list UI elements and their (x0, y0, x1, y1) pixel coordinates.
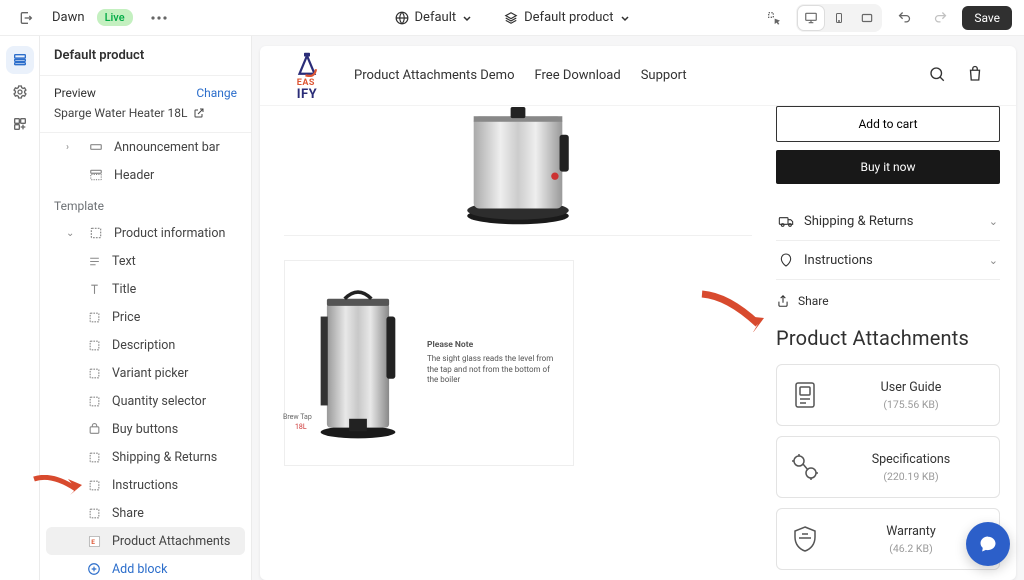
doc-icon (789, 379, 821, 411)
block-shipping[interactable]: Shipping & Returns (46, 443, 245, 471)
rail-nav (0, 36, 40, 580)
settings-icon[interactable] (6, 78, 34, 106)
block-attachments[interactable]: EProduct Attachments (46, 527, 245, 555)
template-label: Template (40, 189, 251, 219)
svg-text:E: E (91, 538, 95, 546)
cart-icon[interactable] (966, 65, 984, 87)
preview-product[interactable]: Sparge Water Heater 18L (54, 106, 237, 120)
header-icon (88, 167, 104, 183)
storefront-nav: Product Attachments Demo Free Download S… (354, 68, 687, 83)
block-quantity[interactable]: Quantity selector (46, 387, 245, 415)
product-image-secondary: Brew Tap 18L Please Note The sight glass… (284, 260, 574, 466)
fullscreen-icon[interactable] (854, 6, 880, 30)
sidebar: Default product Preview Change Sparge Wa… (40, 36, 252, 580)
chevron-down-icon: ⌄ (989, 215, 998, 228)
variant-icon (86, 365, 102, 381)
block-share[interactable]: Share (46, 499, 245, 527)
shipping-block-icon (86, 449, 102, 465)
add-to-cart-button[interactable]: Add to cart (776, 106, 1000, 142)
block-buy[interactable]: Buy buttons (46, 415, 245, 443)
accordion-instructions[interactable]: Instructions ⌄ (776, 241, 1000, 280)
nav-link[interactable]: Support (641, 68, 687, 83)
mobile-icon[interactable] (826, 6, 852, 30)
topbar: Dawn Live Default Default product Save (0, 0, 1024, 36)
accordion-shipping[interactable]: Shipping & Returns ⌄ (776, 202, 1000, 241)
desktop-icon[interactable] (798, 6, 824, 30)
section-announcement[interactable]: › Announcement bar (46, 133, 245, 161)
save-button[interactable]: Save (962, 6, 1012, 30)
note-body: The sight glass reads the level from the… (427, 354, 553, 384)
block-instructions[interactable]: Instructions (46, 471, 245, 499)
chat-fab[interactable] (966, 522, 1010, 566)
undo-icon[interactable] (890, 4, 918, 32)
section-product-info[interactable]: ⌄ Product information (46, 219, 245, 247)
product-image-main (284, 106, 752, 236)
share-block-icon (86, 505, 102, 521)
preview-label: Preview (54, 86, 96, 100)
preview-canvas: EASIFY Product Attachments Demo Free Dow… (252, 36, 1024, 580)
inspector-icon[interactable] (760, 4, 788, 32)
price-icon (86, 309, 102, 325)
exit-icon[interactable] (12, 4, 40, 32)
more-icon[interactable] (145, 4, 173, 32)
share-button[interactable]: Share (776, 280, 1000, 326)
logo[interactable]: EASIFY (292, 51, 322, 101)
block-text[interactable]: Text (46, 247, 245, 275)
buy-now-button[interactable]: Buy it now (776, 150, 1000, 184)
chevron-down-icon: ⌄ (989, 254, 998, 267)
app-block-icon: E (86, 533, 102, 549)
quantity-icon (86, 393, 102, 409)
block-description[interactable]: Description (46, 331, 245, 359)
description-icon (86, 337, 102, 353)
attachment-card[interactable]: User Guide(175.56 KB) (776, 364, 1000, 426)
section-header[interactable]: Header (46, 161, 245, 189)
sidebar-heading: Default product (40, 36, 251, 76)
apps-icon[interactable] (6, 110, 34, 138)
template-dropdown[interactable]: Default product (496, 6, 637, 29)
viewport-switcher (796, 4, 882, 32)
attachments-heading: Product Attachments (776, 326, 1000, 350)
instructions-block-icon (86, 477, 102, 493)
block-variant[interactable]: Variant picker (46, 359, 245, 387)
sections-icon[interactable] (6, 46, 34, 74)
change-link[interactable]: Change (196, 86, 237, 100)
redo-icon[interactable] (926, 4, 954, 32)
storefront-header: EASIFY Product Attachments Demo Free Dow… (260, 46, 1016, 106)
live-badge: Live (97, 9, 133, 26)
theme-name: Dawn (52, 10, 85, 25)
block-title[interactable]: Title (46, 275, 245, 303)
buy-icon (86, 421, 102, 437)
section-icon (88, 225, 104, 241)
viewport-dropdown[interactable]: Default (387, 6, 481, 29)
attachment-card[interactable]: Specifications(220.19 KB) (776, 436, 1000, 498)
warranty-icon (789, 523, 821, 555)
add-icon (86, 561, 102, 577)
note-title: Please Note (427, 340, 555, 351)
title-icon (86, 281, 102, 297)
spec-icon (789, 451, 821, 483)
search-icon[interactable] (928, 65, 946, 87)
text-icon (86, 253, 102, 269)
nav-link[interactable]: Product Attachments Demo (354, 68, 515, 83)
add-block[interactable]: Add block (46, 555, 245, 580)
nav-link[interactable]: Free Download (535, 68, 621, 83)
block-price[interactable]: Price (46, 303, 245, 331)
tap-label: Brew Tap (283, 413, 312, 421)
announcement-icon (88, 139, 104, 155)
